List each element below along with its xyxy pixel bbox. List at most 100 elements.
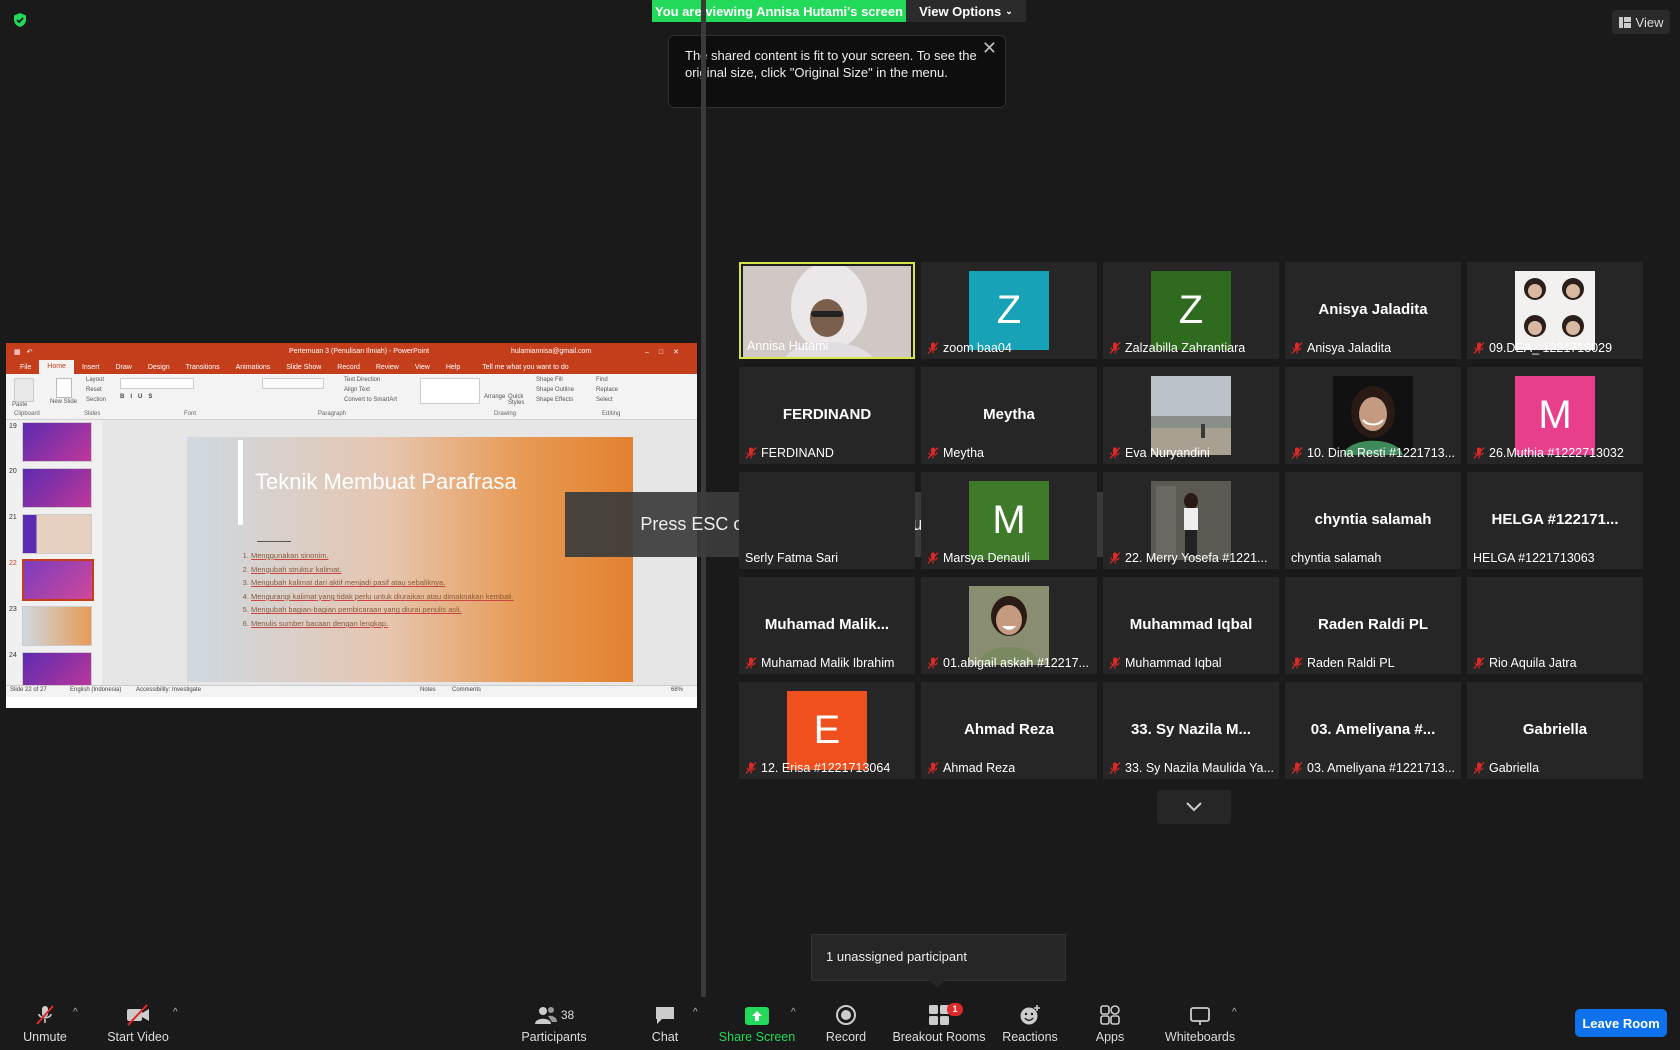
participant-tile[interactable]: Z Zalzabilla Zahrantiara — [1103, 262, 1279, 359]
slide-thumb — [22, 514, 92, 554]
participant-tile[interactable]: M 26.Muthia #1222713032 — [1467, 367, 1643, 464]
close-icon[interactable]: ✕ — [982, 39, 997, 57]
record-button[interactable]: Record — [820, 999, 872, 1049]
apps-label: Apps — [1095, 1030, 1125, 1044]
participant-tile[interactable]: 09.DEA_ 1221713029 — [1467, 262, 1643, 359]
participant-name-label: Eva Nuryandini — [1109, 445, 1275, 461]
viewing-banner: You are viewing Annisa Hutami's screen — [652, 0, 906, 22]
participant-tile[interactable]: FERDINAND FERDINAND — [739, 367, 915, 464]
participant-photo — [1151, 376, 1231, 455]
ribbon-reset: Reset — [86, 387, 102, 393]
breakout-rooms-button[interactable]: Breakout Rooms 1 — [892, 999, 986, 1049]
participant-name-label: 12. Erisa #1221713064 — [745, 760, 911, 776]
participant-name: 01.abigail askah #12217... — [943, 656, 1089, 670]
participant-display-name: Muhamad Malik... — [764, 616, 890, 633]
undo-icon: ↶ — [26, 348, 33, 356]
mic-muted-icon — [745, 762, 757, 774]
participant-tile[interactable]: Annisa Hutami — [739, 262, 915, 359]
participant-tile[interactable]: 01.abigail askah #12217... — [921, 577, 1097, 674]
participant-tile[interactable]: Muhammad Iqbal Muhammad Iqbal — [1103, 577, 1279, 674]
participant-name: FERDINAND — [761, 446, 834, 460]
video-off-icon — [127, 1004, 149, 1026]
participant-name-label: 09.DEA_ 1221713029 — [1473, 340, 1639, 356]
participant-display-name: chyntia salamah — [1314, 511, 1432, 528]
participants-button[interactable]: 38 Participants — [518, 999, 590, 1049]
share-screen-label: Share Screen — [718, 1030, 796, 1044]
chat-icon — [656, 1007, 674, 1024]
slide-thumb — [22, 422, 92, 462]
chat-options-caret[interactable]: ^ — [693, 1007, 698, 1018]
participant-tile[interactable]: Serly Fatma Sari — [739, 472, 915, 569]
mic-muted-icon — [1291, 762, 1303, 774]
slide-thumb-selected — [22, 559, 94, 601]
chat-label: Chat — [651, 1030, 679, 1044]
whiteboard-options-caret[interactable]: ^ — [1232, 1007, 1237, 1018]
participant-tile[interactable]: Anisya Jaladita Anisya Jaladita — [1285, 262, 1461, 359]
view-button[interactable]: View — [1612, 10, 1670, 34]
participant-name: 33. Sy Nazila Maulida Ya... — [1125, 761, 1274, 775]
view-options-label: View Options — [919, 3, 1002, 19]
participant-tile[interactable]: 10. Dina Resti #1221713... — [1285, 367, 1461, 464]
participant-name-label: Ahmad Reza — [927, 760, 1093, 776]
participant-tile[interactable]: HELGA #122171... HELGA #1221713063 — [1467, 472, 1643, 569]
slide-list-item: Mengubah struktur kalimat. — [251, 563, 514, 577]
participant-tile[interactable]: 33. Sy Nazila M... 33. Sy Nazila Maulida … — [1103, 682, 1279, 779]
security-shield-icon[interactable] — [12, 12, 28, 28]
audio-options-caret[interactable]: ^ — [73, 1007, 78, 1018]
ribbon-select: Select — [596, 397, 613, 403]
mic-muted-icon — [1109, 762, 1121, 774]
participant-tile[interactable]: Meytha Meytha — [921, 367, 1097, 464]
participant-name-label: Gabriella — [1473, 760, 1639, 776]
participant-tile[interactable]: Rio Aquila Jatra — [1467, 577, 1643, 674]
ribbon-new-slide: New Slide — [50, 399, 78, 405]
participants-icon — [534, 1007, 557, 1024]
participant-tile[interactable]: chyntia salamah chyntia salamah — [1285, 472, 1461, 569]
start-video-button[interactable]: Start Video — [104, 999, 172, 1049]
ppt-status-bar: Slide 22 of 27 English (Indonesia) Acces… — [6, 685, 697, 697]
reactions-button[interactable]: Reactions — [1000, 999, 1060, 1049]
status-notes: Notes — [420, 687, 436, 693]
participant-tile[interactable]: Muhamad Malik... Muhamad Malik Ibrahim — [739, 577, 915, 674]
meeting-toolbar: Unmute ^ Start Video ^ 38 Participants C… — [0, 997, 1680, 1050]
fit-screen-tooltip: The shared content is fit to your screen… — [668, 35, 1006, 108]
ribbon-quick-styles: Quick Styles — [508, 394, 525, 406]
status-zoom: 68% — [671, 687, 684, 693]
unmute-button[interactable]: Unmute — [18, 999, 72, 1049]
mic-muted-icon — [1109, 657, 1121, 669]
participant-tile[interactable]: Raden Raldi PL Raden Raldi PL — [1285, 577, 1461, 674]
participant-avatar: Z — [1151, 271, 1231, 350]
participant-name: Muhamad Malik Ibrahim — [761, 656, 895, 670]
leave-room-button[interactable]: Leave Room — [1575, 1009, 1667, 1037]
participant-tile[interactable]: Zzoom baa04 — [921, 262, 1097, 359]
participant-name: Rio Aquila Jatra — [1489, 656, 1577, 670]
participant-display-name: 03. Ameliyana #... — [1310, 721, 1436, 738]
whiteboards-button[interactable]: Whiteboards — [1160, 999, 1240, 1049]
avatar-letter: M — [992, 498, 1026, 542]
ribbon-group-label: Editing — [602, 411, 621, 417]
ppt-tab: View — [414, 363, 430, 371]
participant-tile[interactable]: E 12. Erisa #1221713064 — [739, 682, 915, 779]
chevron-down-icon — [1186, 802, 1202, 812]
share-screen-button[interactable]: Share Screen — [718, 999, 796, 1049]
apps-button[interactable]: Apps — [1090, 999, 1130, 1049]
participant-name-label: Meytha — [927, 445, 1093, 461]
participant-name: Serly Fatma Sari — [745, 551, 839, 565]
ppt-tab: Home — [39, 360, 74, 374]
window-controls-icon: –□✕ — [645, 348, 689, 356]
participant-tile[interactable]: Ahmad Reza Ahmad Reza — [921, 682, 1097, 779]
status-accessibility: Accessibility: Investigate — [136, 687, 202, 693]
participant-tile[interactable]: Eva Nuryandini — [1103, 367, 1279, 464]
participant-tile[interactable]: 22. Merry Yosefa #1221... — [1103, 472, 1279, 569]
chat-button[interactable]: Chat — [640, 999, 690, 1049]
participant-name: 03. Ameliyana #1221713... — [1307, 761, 1456, 775]
participant-name: 26.Muthia #1222713032 — [1489, 446, 1624, 460]
participant-tile[interactable]: M Marsya Denauli — [921, 472, 1097, 569]
unmute-label: Unmute — [23, 1030, 67, 1044]
view-options-button[interactable]: View Options ⌄ — [906, 0, 1026, 22]
participant-tile[interactable]: Gabriella Gabriella — [1467, 682, 1643, 779]
video-options-caret[interactable]: ^ — [173, 1007, 178, 1018]
participant-tile[interactable]: 03. Ameliyana #... 03. Ameliyana #1221713… — [1285, 682, 1461, 779]
next-page-button[interactable] — [1157, 790, 1231, 824]
participant-photo — [1515, 271, 1595, 350]
share-options-caret[interactable]: ^ — [791, 1007, 796, 1018]
